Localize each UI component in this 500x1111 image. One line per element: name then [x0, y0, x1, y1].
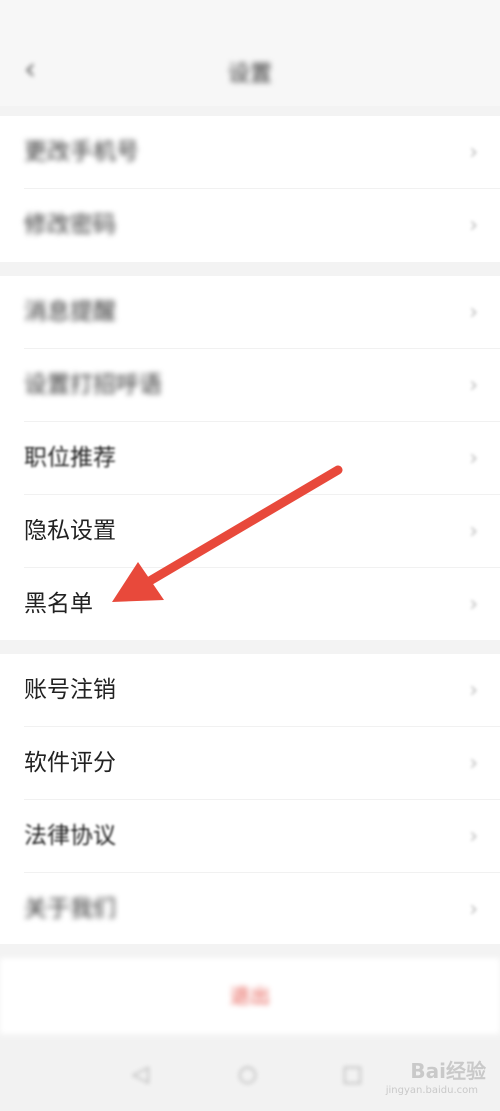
arrow-shaft [143, 465, 343, 587]
annotation-arrow [112, 465, 343, 602]
